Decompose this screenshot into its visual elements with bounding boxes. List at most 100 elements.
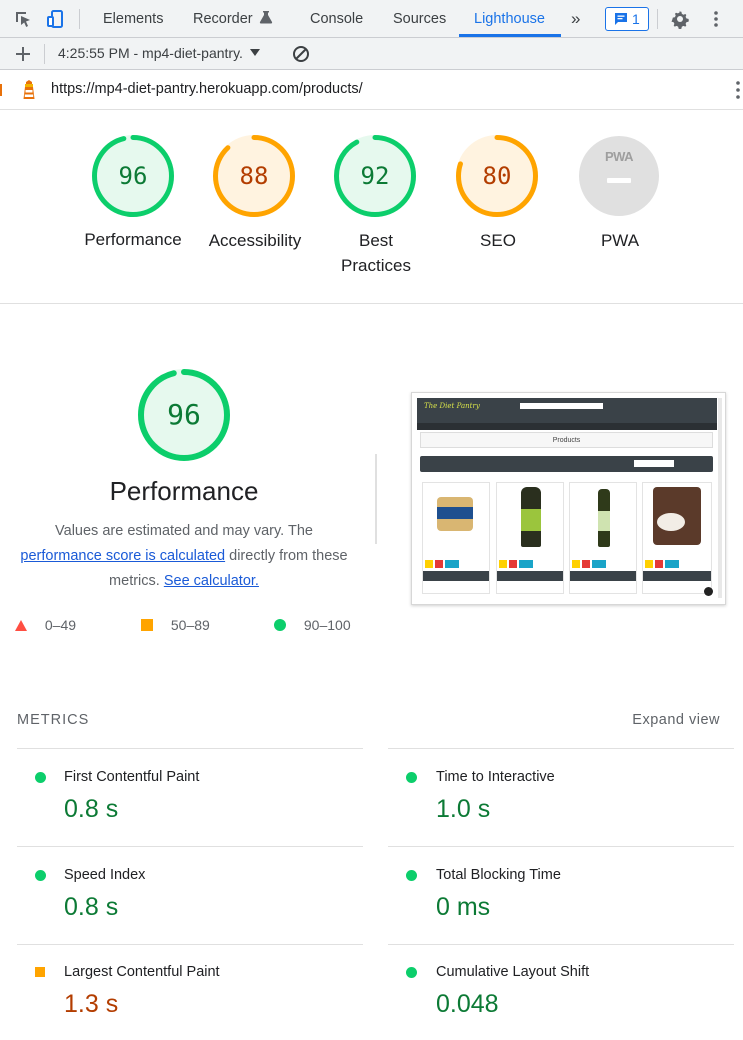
gauge-pwa[interactable]: PWA (578, 135, 660, 217)
legend-range: 0–49 (44, 617, 77, 633)
dropdown-triangle-icon (249, 49, 260, 56)
metric-divider (17, 748, 363, 749)
average-square-icon (35, 967, 45, 977)
metric-divider (388, 944, 734, 945)
thumb-product-label (437, 507, 473, 519)
legend-range: 90–100 (303, 617, 351, 633)
gauge-score: 80 (482, 162, 512, 190)
pass-circle-icon (406, 967, 417, 978)
metric-name: Largest Contentful Paint (64, 964, 220, 980)
gauge-label: Best Practices (305, 228, 447, 278)
gauge-label: Performance (84, 230, 182, 249)
clear-block-icon[interactable] (292, 45, 310, 63)
desc-text: Values are estimated and may vary. The (55, 523, 313, 539)
pwa-badge-text: PWA (604, 149, 634, 164)
thumb-brand: The Diet Pantry (424, 402, 480, 410)
gauge-seo[interactable]: 80 (456, 135, 538, 217)
new-report-plus-icon[interactable] (15, 46, 31, 62)
gauge-label-line: Practices (341, 256, 411, 275)
thumb-product-label (521, 509, 541, 531)
edge-marker (0, 84, 2, 96)
expand-view-toggle[interactable]: Expand view (632, 712, 720, 728)
thumb-search-bar (520, 403, 603, 409)
metric-value: 1.0 s (436, 795, 491, 823)
pass-circle-icon (274, 619, 286, 631)
gauge-accessibility[interactable]: 88 (213, 135, 295, 217)
thumb-tag (425, 560, 433, 568)
metric-name: Cumulative Layout Shift (436, 964, 590, 980)
gauge-score: 96 (118, 162, 148, 190)
metric-name: Speed Index (64, 867, 146, 883)
gauge-score: 92 (360, 162, 390, 190)
tab-console[interactable]: Console (310, 0, 363, 38)
lighthouse-report-toolbar: 4:25:55 PM - mp4-diet-pantry. (0, 38, 743, 70)
metric-name: Time to Interactive (436, 769, 555, 785)
thumb-nav (417, 423, 717, 430)
performance-score: 96 (167, 398, 201, 431)
thumb-tag (655, 560, 663, 568)
thumb-card-footer (643, 571, 711, 581)
thumb-tag (435, 560, 443, 568)
report-menu-icon[interactable] (735, 80, 741, 100)
metric-name: First Contentful Paint (64, 769, 200, 785)
gauge-label: SEO (480, 231, 516, 250)
average-square-icon (141, 619, 153, 631)
thumb-product-card (496, 482, 564, 594)
section-divider (0, 303, 743, 304)
more-tabs-chevron-icon[interactable]: » (571, 0, 580, 38)
thumb-scrollbar (718, 398, 722, 598)
thumb-tag (499, 560, 507, 568)
thumb-product-card (642, 482, 712, 594)
gauge-performance[interactable]: 96 (92, 135, 174, 217)
pass-circle-icon (35, 772, 46, 783)
settings-gear-icon[interactable] (670, 9, 690, 29)
pwa-badge-icon (579, 136, 659, 216)
metrics-heading: METRICS (17, 712, 90, 728)
kebab-menu-icon[interactable] (706, 9, 726, 29)
issues-count: 1 (632, 11, 640, 27)
issues-counter-button[interactable]: 1 (605, 7, 649, 31)
report-selector[interactable]: 4:25:55 PM - mp4-diet-pantry. (58, 45, 260, 61)
device-toolbar-icon[interactable] (46, 9, 66, 29)
thumb-page-heading: Products (420, 432, 713, 448)
thumb-tag (445, 560, 459, 568)
performance-title: Performance (109, 476, 259, 506)
metric-divider (388, 748, 734, 749)
see-calculator-link[interactable]: See calculator. (164, 573, 259, 589)
thumb-card-footer (497, 571, 563, 581)
metric-name: Total Blocking Time (436, 867, 561, 883)
thumb-sort-select (634, 460, 674, 467)
thumb-card-footer (423, 571, 489, 581)
tab-sources[interactable]: Sources (393, 0, 446, 38)
pass-circle-icon (406, 772, 417, 783)
inspect-element-icon[interactable] (13, 9, 33, 29)
thumb-product-label (598, 511, 610, 531)
vertical-divider (375, 454, 377, 544)
tab-elements[interactable]: Elements (103, 0, 163, 38)
legend-pass: 90–100 (274, 617, 351, 633)
score-calculated-link[interactable]: performance score is calculated (20, 548, 225, 564)
tab-recorder[interactable]: Recorder (193, 0, 273, 38)
tab-recorder-label: Recorder (193, 11, 253, 27)
metric-divider (388, 846, 734, 847)
metric-divider (17, 944, 363, 945)
toolbar-separator (44, 44, 45, 64)
metric-divider (17, 846, 363, 847)
thumb-card-footer (570, 571, 636, 581)
gauge-best-practices[interactable]: 92 (334, 135, 416, 217)
gauge-label-line: Best (358, 231, 394, 250)
thumb-product-label (657, 513, 685, 531)
toolbar-separator (657, 9, 658, 29)
metric-value: 0.048 (436, 990, 499, 1018)
metric-value: 1.3 s (64, 990, 119, 1018)
performance-gauge-large: 96 (138, 369, 230, 461)
pass-circle-icon (406, 870, 417, 881)
lighthouse-logo-icon (23, 80, 35, 99)
tab-lighthouse[interactable]: Lighthouse (474, 0, 545, 38)
performance-description: Values are estimated and may vary. The p… (8, 519, 360, 594)
thumb-product-card (422, 482, 490, 594)
final-screenshot-thumbnail[interactable]: The Diet Pantry Products (411, 392, 726, 605)
legend-range: 50–89 (170, 617, 210, 633)
thumb-tag (665, 560, 679, 568)
fail-triangle-icon (15, 620, 27, 631)
